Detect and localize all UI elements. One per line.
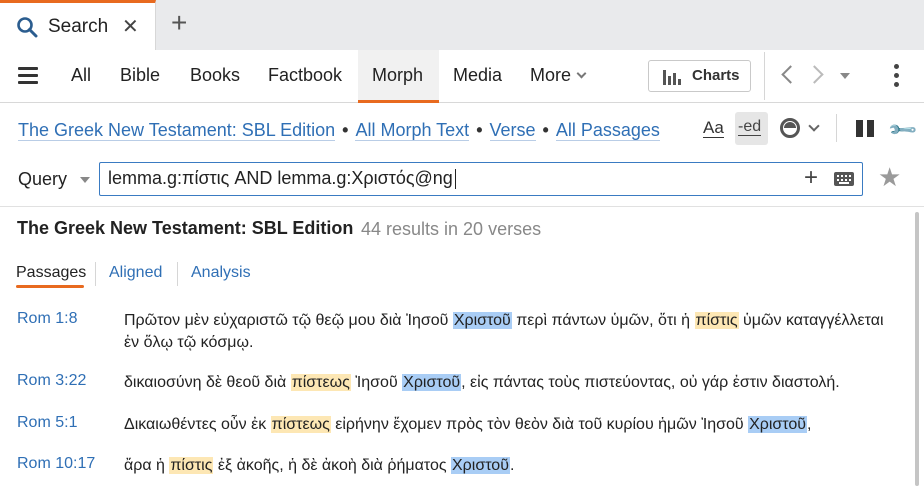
query-text: lemma.g:πίστις AND lemma.g:Χριστός@ng [108,168,456,190]
subtab-passages[interactable]: Passages [16,264,86,282]
case-sensitive-toggle[interactable]: Aa [703,119,724,138]
plus-icon[interactable]: + [804,164,818,192]
results-title: The Greek New Testament: SBL Edition [17,218,354,238]
verse-text-segment: . [509,457,515,474]
wrench-icon[interactable]: 🔧 [886,113,920,147]
text-scope-filter[interactable]: All Morph Text [355,120,470,141]
nav-item-morph[interactable]: Morph [372,65,423,86]
verse-text-segment: ἐξ ἀκοῆς, ἡ δὲ ἀκοὴ διὰ ῥήματος [213,457,451,474]
pause-icon[interactable] [856,120,874,137]
search-hit[interactable]: πίστις [694,312,739,329]
kebab-icon[interactable] [894,64,900,91]
verse-text: Πρῶτον μὲν εὐχαριστῶ τῷ θεῷ μου διὰ Ἰησο… [124,310,884,354]
scrollbar[interactable] [915,212,919,486]
query-value: lemma.g:πίστις AND lemma.g:Χριστός@ng [108,168,453,188]
search-filters: The Greek New Testament: SBL Edition • All… [18,120,660,141]
ring-icon[interactable] [780,118,800,138]
search-icon [17,17,38,38]
bullet: • [476,120,483,140]
verse-reference-link[interactable]: Rom 10:17 [17,455,95,473]
verse-reference-link[interactable]: Rom 3:22 [17,372,86,390]
charts-button[interactable]: Charts [648,60,751,92]
divider [836,114,837,142]
results-count: 44 results in 20 verses [361,219,542,239]
nav-item-factbook[interactable]: Factbook [268,65,342,86]
word-forms-toggle[interactable]: -ed [735,112,768,145]
verse-text-segment: εἰρήνην ἔχομεν πρὸς τὸν θεὸν διὰ τοῦ κυρ… [330,416,749,433]
verse-text-segment: , εἰς πάντας τοὺς πιστεύοντας, οὐ γάρ ἐσ… [461,374,840,391]
star-icon[interactable]: ★ [878,162,901,193]
nav-item-more-label: More [530,65,572,85]
verse-text: δικαιοσύνη δὲ θεοῦ διὰ πίστεως Ἰησοῦ Χρι… [124,372,884,394]
verse-text-segment: Δικαιωθέντες οὖν ἐκ [124,416,271,433]
query-type-label[interactable]: Query [18,169,67,190]
text-caret [454,169,456,190]
search-hit[interactable]: πίστις [169,457,214,474]
tab-bar: Search ✕ + [0,0,924,50]
unit-filter[interactable]: Verse [489,120,536,141]
verse-text-segment: , [807,416,812,433]
verse-text-segment: δικαιοσύνη δὲ θεοῦ διὰ [124,374,291,391]
search-hit[interactable]: πίστεως [270,416,331,433]
resource-filter[interactable]: The Greek New Testament: SBL Edition [18,120,336,141]
search-hit[interactable]: Χριστοῦ [402,374,462,391]
chevron-down-icon [576,68,587,79]
forward-arrow-icon[interactable] [805,65,824,84]
nav-bar: All Bible Books Factbook Morph Media Mor… [0,50,924,103]
nav-item-bible[interactable]: Bible [120,65,160,86]
search-hit[interactable]: Χριστοῦ [748,416,808,433]
close-icon[interactable]: ✕ [122,17,139,37]
search-hit[interactable]: Χριστοῦ [452,312,512,329]
search-hit[interactable]: Χριστοῦ [451,457,510,474]
tab-label: Search [48,16,109,37]
verse-text: Δικαιωθέντες οὖν ἐκ πίστεως εἰρήνην ἔχομ… [124,414,884,436]
verse-reference-link[interactable]: Rom 1:8 [17,310,77,328]
range-filter[interactable]: All Passages [555,120,660,141]
back-arrow-icon[interactable] [781,65,800,84]
divider [177,262,178,286]
bullet: • [342,120,349,140]
hamburger-icon[interactable] [18,67,38,84]
verse-text: ἄρα ἡ πίστις ἐξ ἀκοῆς, ἡ δὲ ἀκοὴ διὰ ῥήμ… [124,455,884,477]
nav-item-all[interactable]: All [71,65,91,86]
bar-chart-icon [663,70,683,85]
history-dropdown-icon[interactable] [840,73,850,79]
verse-text-segment: περὶ πάντων ὑμῶν, ὅτι ἡ [511,312,695,329]
verse-reference-link[interactable]: Rom 5:1 [17,414,77,432]
verse-text-segment: Πρῶτον μὲν εὐχαριστῶ τῷ θεῷ μου διὰ Ἰησο… [124,312,453,329]
query-input[interactable]: lemma.g:πίστις AND lemma.g:Χριστός@ng + [99,162,863,196]
query-type-dropdown-icon[interactable] [80,177,90,183]
search-hit[interactable]: πίστεως [290,374,351,391]
bullet: • [542,120,549,140]
nav-item-media[interactable]: Media [453,65,502,86]
divider [764,52,765,100]
word-forms-label: -ed [738,118,762,136]
verse-text-segment: ἄρα ἡ [124,457,170,474]
nav-item-books[interactable]: Books [190,65,240,86]
tab-search[interactable]: Search ✕ [0,0,156,50]
subtab-aligned[interactable]: Aligned [109,264,162,282]
nav-item-more[interactable]: More [530,65,587,86]
chevron-down-icon[interactable] [808,120,820,132]
subtab-analysis[interactable]: Analysis [191,264,251,282]
divider [95,262,96,286]
keyboard-icon[interactable] [834,172,854,186]
charts-label: Charts [692,67,740,84]
subtab-active-indicator [16,285,84,288]
plus-icon[interactable]: + [171,9,187,37]
verse-text-segment: Ἰησοῦ [350,374,403,391]
